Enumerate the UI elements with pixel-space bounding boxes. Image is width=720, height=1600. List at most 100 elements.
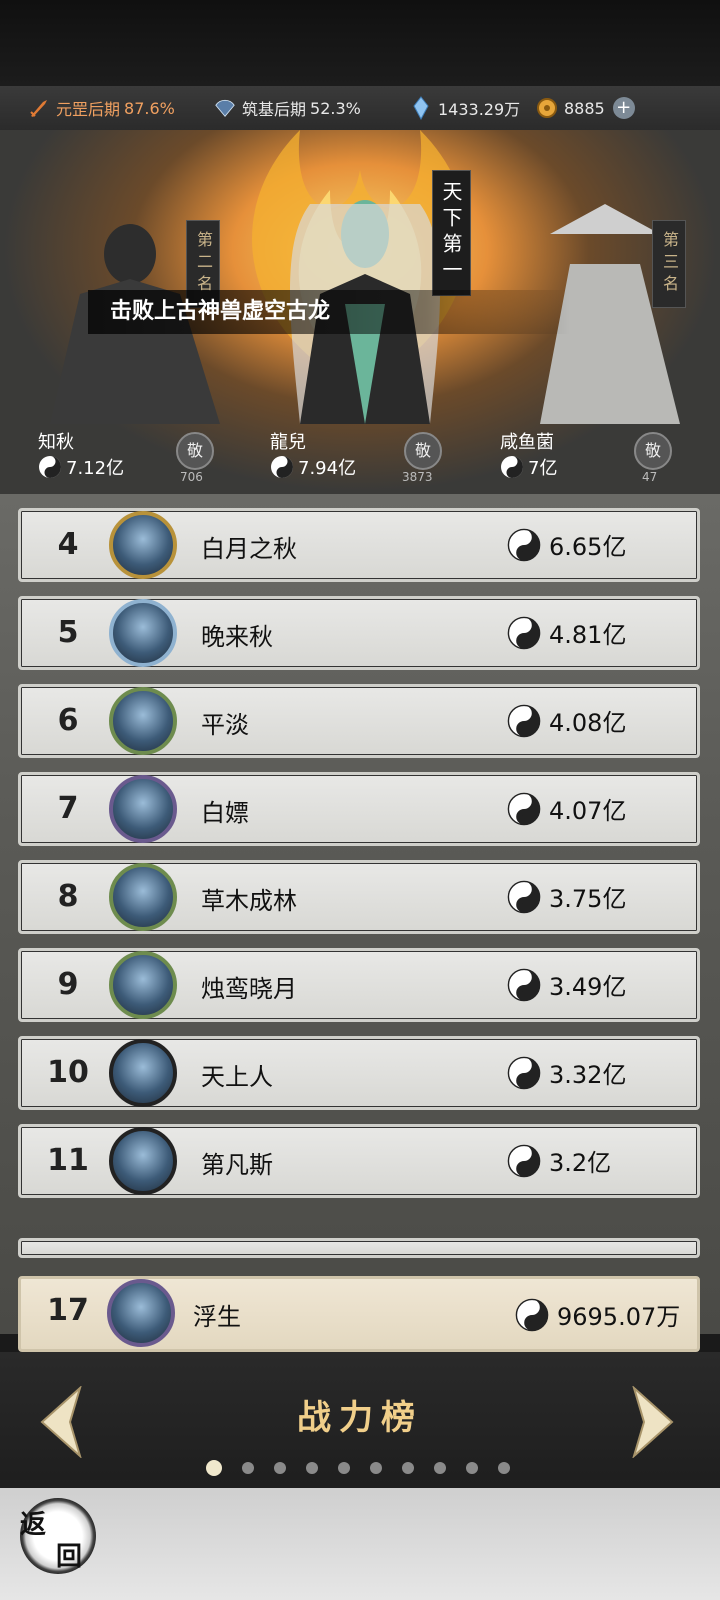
fan-icon xyxy=(214,97,236,119)
page-dot-active[interactable] xyxy=(206,1460,222,1476)
spirit-stone-balance[interactable]: 1433.29万 xyxy=(410,86,520,130)
yin-yang-icon xyxy=(507,1056,541,1089)
yin-yang-icon xyxy=(507,616,541,649)
player-power-value: 9695.07万 xyxy=(557,1303,681,1331)
sword-icon xyxy=(28,97,50,119)
third-place-tag: 第三名 xyxy=(652,220,686,308)
rank-number: 9 xyxy=(57,967,79,1002)
player-power-value: 4.81亿 xyxy=(549,621,627,649)
ranking-row[interactable]: 6 平淡 4.08亿 xyxy=(18,684,700,758)
first-place-tag: 天下第一 xyxy=(432,170,471,296)
resource-bar: 元罡后期 87.6% 筑基后期 52.3% 1433.29万 8885 + xyxy=(0,86,720,130)
salute-count: 706 xyxy=(180,470,203,484)
leaderboard-nav: 战力榜 xyxy=(0,1352,720,1488)
page-dot[interactable] xyxy=(370,1462,382,1474)
player-power-value: 4.08亿 xyxy=(549,709,627,737)
rank-number: 4 xyxy=(57,527,79,562)
avatar[interactable] xyxy=(109,599,177,667)
ranking-row[interactable]: 10 天上人 3.32亿 xyxy=(18,1036,700,1110)
realm-percent: 87.6% xyxy=(124,98,175,118)
realm-progress-2[interactable]: 筑基后期 52.3% xyxy=(214,86,361,130)
rank-number: 6 xyxy=(57,703,79,738)
podium-power-value: 7亿 xyxy=(528,458,558,479)
player-power: 3.2亿 xyxy=(507,1143,611,1178)
player-power: 4.07亿 xyxy=(507,791,626,826)
player-name: 晚来秋 xyxy=(201,623,273,651)
ranking-row[interactable]: 11 第凡斯 3.2亿 xyxy=(18,1124,700,1198)
page-dot[interactable] xyxy=(306,1462,318,1474)
podium-power-value: 7.12亿 xyxy=(66,458,125,479)
avatar[interactable] xyxy=(109,863,177,931)
yin-yang-icon xyxy=(507,1144,541,1177)
realm-label: 筑基后期 xyxy=(242,100,307,119)
back-label-bottom: 回 xyxy=(56,1542,83,1572)
page-indicator xyxy=(206,1460,530,1476)
page-dot[interactable] xyxy=(466,1462,478,1474)
podium-name: 知秋 xyxy=(38,432,74,453)
ranking-row[interactable]: 9 烛鸾晓月 3.49亿 xyxy=(18,948,700,1022)
coin-value: 8885 xyxy=(564,98,605,118)
salute-button[interactable]: 敬 xyxy=(634,432,672,470)
rank-number: 7 xyxy=(57,791,79,826)
yin-yang-icon xyxy=(507,968,541,1001)
player-name: 白嫖 xyxy=(201,799,249,827)
salute-button[interactable]: 敬 xyxy=(404,432,442,470)
realm-progress-1[interactable]: 元罡后期 87.6% xyxy=(28,86,175,130)
podium-name: 咸鱼菌 xyxy=(500,432,554,453)
avatar[interactable] xyxy=(107,1279,175,1347)
top-three-showcase: 天下第一 第二名 第三名 击败上古神兽虚空古龙 知秋 7.12亿 敬 706 龍… xyxy=(0,130,720,494)
rank-number: 10 xyxy=(47,1055,89,1090)
player-name: 浮生 xyxy=(193,1303,241,1331)
page-dot[interactable] xyxy=(498,1462,510,1474)
yin-yang-icon xyxy=(507,704,541,737)
realm-label: 元罡后期 xyxy=(56,100,121,119)
footer: 返 回 xyxy=(0,1488,720,1600)
page-dot[interactable] xyxy=(434,1462,446,1474)
back-label-top: 返 xyxy=(20,1510,47,1540)
podium-second[interactable]: 知秋 7.12亿 敬 706 xyxy=(38,428,218,486)
avatar[interactable] xyxy=(109,951,177,1019)
add-coins-button[interactable]: + xyxy=(612,97,635,119)
avatar[interactable] xyxy=(109,511,177,579)
page-dot[interactable] xyxy=(242,1462,254,1474)
podium-first[interactable]: 龍兒 7.94亿 敬 3873 xyxy=(270,428,450,486)
ranking-row[interactable]: 7 白嫖 4.07亿 xyxy=(18,772,700,846)
yin-yang-icon xyxy=(507,528,541,561)
player-power: 9695.07万 xyxy=(515,1297,680,1332)
avatar[interactable] xyxy=(109,1127,177,1195)
salute-count: 3873 xyxy=(402,470,433,484)
player-power: 3.49亿 xyxy=(507,967,626,1002)
rank-number: 8 xyxy=(57,879,79,914)
self-ranking-row[interactable]: 17 浮生 9695.07万 xyxy=(18,1276,700,1352)
ranking-row[interactable]: 5 晚来秋 4.81亿 xyxy=(18,596,700,670)
player-power-value: 3.75亿 xyxy=(549,885,627,913)
player-name: 烛鸾晓月 xyxy=(201,975,297,1003)
back-button[interactable]: 返 回 xyxy=(20,1498,96,1574)
salute-button[interactable]: 敬 xyxy=(176,432,214,470)
podium-power: 7.12亿 xyxy=(38,454,124,480)
player-name: 天上人 xyxy=(201,1063,273,1091)
page-dot[interactable] xyxy=(338,1462,350,1474)
avatar[interactable] xyxy=(109,687,177,755)
podium-third[interactable]: 咸鱼菌 7亿 敬 47 xyxy=(500,428,680,486)
yin-yang-icon xyxy=(507,880,541,913)
rank-number: 11 xyxy=(47,1143,89,1178)
rank-number: 17 xyxy=(47,1293,89,1328)
ranking-row[interactable]: 8 草木成林 3.75亿 xyxy=(18,860,700,934)
page-dot[interactable] xyxy=(402,1462,414,1474)
ranking-list[interactable]: 4 白月之秋 6.65亿 5 晚来秋 4.81亿 6 平淡 4.08亿 7 白嫖 4.07亿 8 草木成林… xyxy=(0,494,720,1334)
top-pattern xyxy=(0,0,720,86)
page-dot[interactable] xyxy=(274,1462,286,1474)
player-power: 3.75亿 xyxy=(507,879,626,914)
player-power: 4.81亿 xyxy=(507,615,626,650)
yin-yang-icon xyxy=(507,792,541,825)
player-power-value: 6.65亿 xyxy=(549,533,627,561)
player-power: 6.65亿 xyxy=(507,527,626,562)
avatar[interactable] xyxy=(109,1039,177,1107)
spirit-stone-value: 1433.29万 xyxy=(438,100,521,119)
ranking-row[interactable]: 4 白月之秋 6.65亿 xyxy=(18,508,700,582)
yin-yang-icon xyxy=(271,456,293,478)
podium-power-value: 7.94亿 xyxy=(298,458,357,479)
coin-balance[interactable]: 8885 + xyxy=(536,86,635,130)
avatar[interactable] xyxy=(109,775,177,843)
